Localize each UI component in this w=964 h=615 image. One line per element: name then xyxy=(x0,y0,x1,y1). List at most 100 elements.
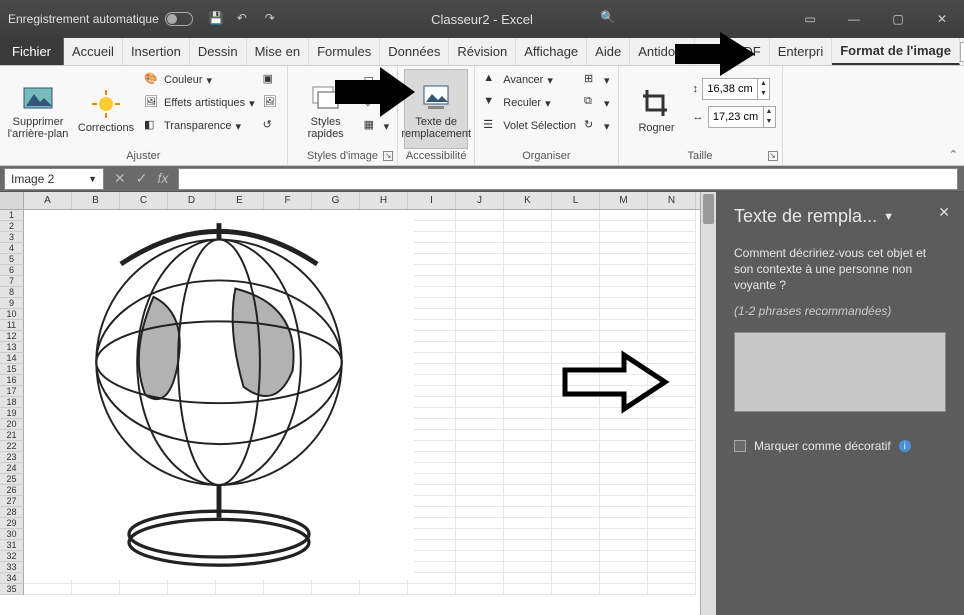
col-header[interactable]: L xyxy=(552,192,600,209)
vertical-scrollbar[interactable] xyxy=(700,192,716,615)
row-header[interactable]: 35 xyxy=(0,584,24,595)
info-icon[interactable]: i xyxy=(899,440,911,452)
row-header[interactable]: 18 xyxy=(0,397,24,408)
tab-format-image[interactable]: Format de l'image xyxy=(832,38,960,65)
tab-dessin[interactable]: Dessin xyxy=(190,38,247,65)
row-header[interactable]: 16 xyxy=(0,375,24,386)
col-header[interactable]: I xyxy=(408,192,456,209)
picture-border-button[interactable]: ▭▾ xyxy=(362,69,392,91)
row-header[interactable]: 11 xyxy=(0,320,24,331)
row-header[interactable]: 9 xyxy=(0,298,24,309)
chevron-down-icon[interactable]: ▼ xyxy=(88,174,97,184)
col-header[interactable]: D xyxy=(168,192,216,209)
row-header[interactable]: 10 xyxy=(0,309,24,320)
row-header[interactable]: 2 xyxy=(0,221,24,232)
row-header[interactable]: 28 xyxy=(0,507,24,518)
col-header[interactable]: E xyxy=(216,192,264,209)
group-button[interactable]: ⧉▾ xyxy=(582,92,612,114)
inserted-image[interactable] xyxy=(24,210,414,580)
dialog-launcher-icon[interactable]: ↘ xyxy=(383,151,393,161)
row-header[interactable]: 1 xyxy=(0,210,24,221)
row-header[interactable]: 30 xyxy=(0,529,24,540)
picture-effects-button[interactable]: ◈▾ xyxy=(362,92,392,114)
col-header[interactable]: F xyxy=(264,192,312,209)
undo-icon[interactable]: ↶ xyxy=(237,11,253,27)
col-header[interactable]: B xyxy=(72,192,120,209)
formula-bar[interactable] xyxy=(178,168,958,190)
col-header[interactable]: J xyxy=(456,192,504,209)
search-icon[interactable]: 🔍 xyxy=(600,10,615,24)
remove-background-button[interactable]: Supprimer l'arrière-plan xyxy=(6,69,70,149)
spreadsheet-grid[interactable]: A B C D E F G H I J K L M N 123456789101… xyxy=(0,192,700,615)
row-header[interactable]: 7 xyxy=(0,276,24,287)
col-header[interactable]: H xyxy=(360,192,408,209)
chevron-up-icon[interactable]: ▲ xyxy=(757,79,769,89)
col-header[interactable]: C xyxy=(120,192,168,209)
save-icon[interactable]: 💾 xyxy=(209,11,225,27)
row-header[interactable]: 13 xyxy=(0,342,24,353)
chevron-down-icon[interactable]: ▼ xyxy=(757,89,769,99)
selection-pane-button[interactable]: ☰Volet Sélection xyxy=(481,115,578,137)
tab-foxit[interactable]: Foxit PDF xyxy=(695,38,770,65)
share-icon[interactable]: 🔗 xyxy=(960,42,964,62)
rotate-button[interactable]: ↻▾ xyxy=(582,115,612,137)
chevron-down-icon[interactable]: ▼ xyxy=(763,117,775,127)
row-header[interactable]: 4 xyxy=(0,243,24,254)
corrections-button[interactable]: Corrections xyxy=(74,69,138,149)
cancel-formula-icon[interactable]: ✕ xyxy=(114,170,126,187)
maximize-icon[interactable]: ▢ xyxy=(876,0,920,38)
crop-button[interactable]: Rogner xyxy=(625,69,689,149)
row-header[interactable]: 33 xyxy=(0,562,24,573)
col-header[interactable]: K xyxy=(504,192,552,209)
collapse-ribbon-icon[interactable]: ⌃ xyxy=(949,148,958,161)
bring-forward-button[interactable]: ▲Avancer ▾ xyxy=(481,69,578,91)
row-header[interactable]: 27 xyxy=(0,496,24,507)
close-panel-icon[interactable]: ✕ xyxy=(938,204,950,221)
row-header[interactable]: 5 xyxy=(0,254,24,265)
tab-enterprise[interactable]: Enterpri xyxy=(770,38,833,65)
row-header[interactable]: 24 xyxy=(0,463,24,474)
col-header[interactable]: G xyxy=(312,192,360,209)
tab-aide[interactable]: Aide xyxy=(587,38,630,65)
row-header[interactable]: 3 xyxy=(0,232,24,243)
fx-icon[interactable]: fx xyxy=(157,170,168,187)
row-header[interactable]: 15 xyxy=(0,364,24,375)
transparency-button[interactable]: ◧Transparence ▾ xyxy=(142,115,257,137)
dialog-launcher-icon[interactable]: ↘ xyxy=(768,151,778,161)
row-header[interactable]: 26 xyxy=(0,485,24,496)
picture-layout-button[interactable]: ▦▾ xyxy=(362,115,392,137)
tab-file[interactable]: Fichier xyxy=(0,38,64,65)
name-box[interactable]: Image 2▼ xyxy=(4,168,104,190)
tab-miseenpage[interactable]: Mise en xyxy=(247,38,310,65)
alt-text-button[interactable]: Texte de remplacement xyxy=(404,69,468,149)
row-header[interactable]: 22 xyxy=(0,441,24,452)
select-all-corner[interactable] xyxy=(0,192,24,209)
chevron-up-icon[interactable]: ▲ xyxy=(763,107,775,117)
toggle-switch[interactable] xyxy=(165,12,193,26)
reset-picture-button[interactable]: ↺ xyxy=(261,115,281,137)
width-input[interactable]: ▲▼ xyxy=(708,106,776,128)
row-header[interactable]: 23 xyxy=(0,452,24,463)
decorative-checkbox[interactable]: Marquer comme décoratif i xyxy=(734,439,946,453)
row-header[interactable]: 31 xyxy=(0,540,24,551)
autosave-toggle[interactable]: Enregistrement automatique xyxy=(0,12,193,26)
row-header[interactable]: 34 xyxy=(0,573,24,584)
tab-formules[interactable]: Formules xyxy=(309,38,380,65)
alt-text-input[interactable] xyxy=(734,332,946,412)
scrollbar-thumb[interactable] xyxy=(703,194,714,224)
accept-formula-icon[interactable]: ✓ xyxy=(136,170,148,187)
send-backward-button[interactable]: ▼Reculer ▾ xyxy=(481,92,578,114)
tab-antidote[interactable]: Antidote xyxy=(630,38,695,65)
compress-button[interactable]: ▣ xyxy=(261,69,281,91)
ribbon-display-icon[interactable]: ▭ xyxy=(788,0,832,38)
row-header[interactable]: 32 xyxy=(0,551,24,562)
row-header[interactable]: 17 xyxy=(0,386,24,397)
chevron-down-icon[interactable]: ▼ xyxy=(883,211,894,223)
align-button[interactable]: ⊞▾ xyxy=(582,69,612,91)
row-header[interactable]: 14 xyxy=(0,353,24,364)
row-header[interactable]: 6 xyxy=(0,265,24,276)
tab-insertion[interactable]: Insertion xyxy=(123,38,190,65)
col-header[interactable]: M xyxy=(600,192,648,209)
row-header[interactable]: 21 xyxy=(0,430,24,441)
quick-styles-button[interactable]: Styles rapides xyxy=(294,69,358,149)
